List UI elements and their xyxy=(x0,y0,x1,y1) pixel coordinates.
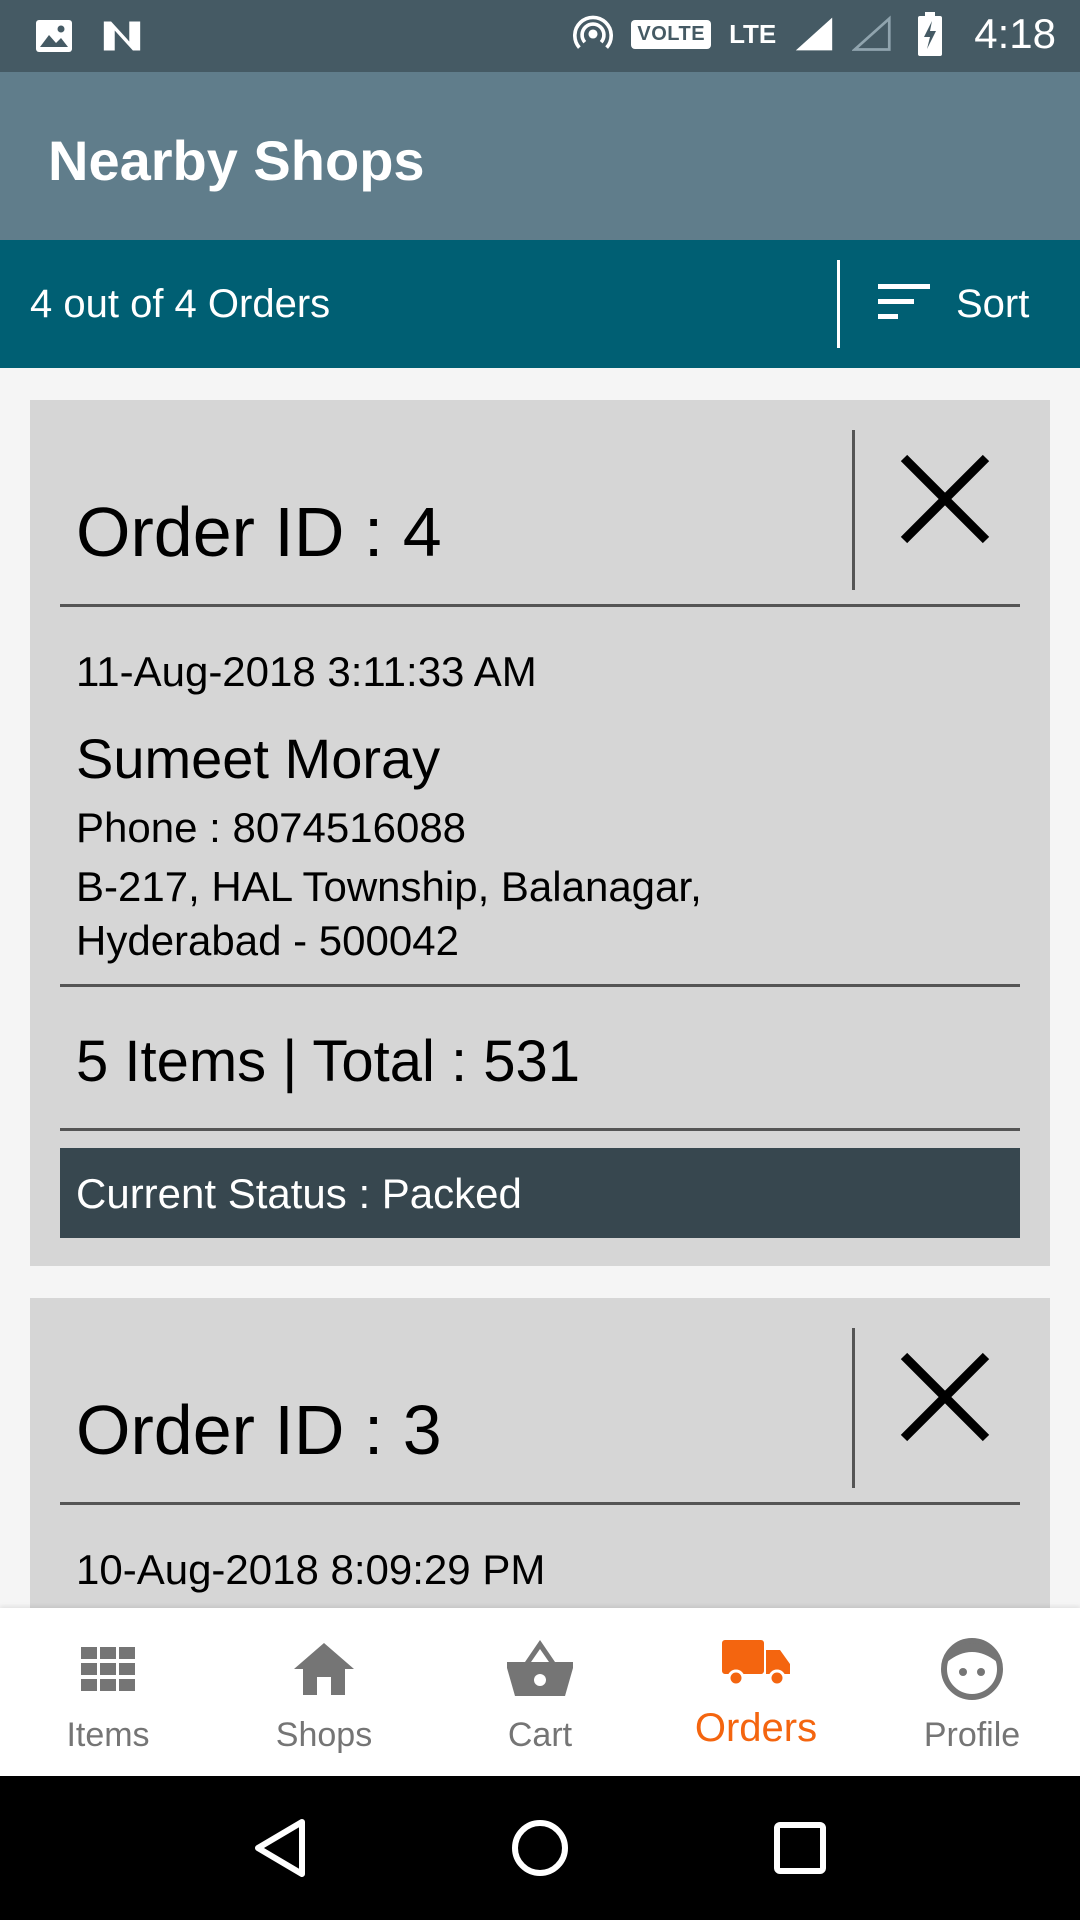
face-icon xyxy=(941,1638,1003,1700)
bottom-nav: Items Shops Cart Orders Profile xyxy=(0,1608,1080,1776)
truck-icon xyxy=(722,1632,790,1694)
card-divider xyxy=(852,1328,855,1488)
customer-name: Sumeet Moray xyxy=(76,727,441,790)
back-button[interactable] xyxy=(240,1808,320,1888)
close-icon xyxy=(900,1352,990,1442)
order-card[interactable]: Order ID : 3 10-Aug-2018 8:09:29 PM xyxy=(30,1298,1050,1608)
order-count-label: 4 out of 4 Orders xyxy=(30,282,331,326)
customer-phone: Phone : 8074516088 xyxy=(76,804,467,851)
order-id: Order ID : 3 xyxy=(76,1391,442,1469)
customer-address: B-217, HAL Township, Balanagar, Hyderaba… xyxy=(76,863,702,964)
sort-label: Sort xyxy=(956,281,1030,326)
card-separator xyxy=(60,604,1020,607)
sort-divider xyxy=(837,260,840,348)
order-summary: 5 Items | Total : 531 xyxy=(76,1029,581,1094)
n-notification-icon xyxy=(102,14,142,58)
card-divider xyxy=(852,430,855,590)
nav-label: Orders xyxy=(694,1706,818,1750)
nav-item-profile[interactable]: Profile xyxy=(864,1608,1080,1776)
close-icon xyxy=(900,454,990,544)
home-button[interactable] xyxy=(500,1808,580,1888)
app-bar: Nearby Shops xyxy=(0,72,1080,240)
system-nav-bar xyxy=(0,1776,1080,1920)
signal-empty-icon xyxy=(852,12,892,56)
cancel-order-button[interactable] xyxy=(890,1342,1000,1452)
recents-button[interactable] xyxy=(760,1808,840,1888)
nav-label: Items xyxy=(66,1716,150,1754)
page-title: Nearby Shops xyxy=(48,129,425,192)
lte-indicator: LTE xyxy=(729,19,777,49)
sort-icon xyxy=(876,282,932,327)
card-separator xyxy=(60,984,1020,987)
status-badge: Current Status : Packed xyxy=(60,1148,1020,1238)
grid-icon xyxy=(81,1638,135,1700)
card-separator xyxy=(60,1128,1020,1131)
nav-label: Profile xyxy=(923,1716,1021,1754)
back-icon xyxy=(255,1819,305,1877)
battery-charging-icon xyxy=(910,12,950,56)
order-date: 11-Aug-2018 3:11:33 AM xyxy=(76,648,537,695)
nav-item-orders[interactable]: Orders xyxy=(648,1608,864,1776)
nav-item-items[interactable]: Items xyxy=(0,1608,216,1776)
nav-item-cart[interactable]: Cart xyxy=(432,1608,648,1776)
card-separator xyxy=(60,1502,1020,1505)
orders-toolbar: 4 out of 4 Orders Sort xyxy=(0,240,1080,368)
sort-button[interactable]: Sort xyxy=(876,266,1066,342)
signal-full-icon xyxy=(794,12,834,56)
order-card[interactable]: Order ID : 4 11-Aug-2018 3:11:33 AM Sume… xyxy=(30,400,1050,1266)
nav-label: Shops xyxy=(275,1716,373,1754)
image-notification-icon xyxy=(34,14,74,58)
nav-label: Cart xyxy=(507,1716,573,1754)
nav-item-shops[interactable]: Shops xyxy=(216,1608,432,1776)
basket-icon xyxy=(507,1638,573,1700)
recents-icon xyxy=(774,1822,826,1874)
clock: 4:18 xyxy=(974,10,1056,57)
hotspot-icon xyxy=(573,12,614,56)
home-circle-icon xyxy=(512,1820,568,1876)
cancel-order-button[interactable] xyxy=(890,444,1000,554)
status-bar: VOLTE LTE 4:18 xyxy=(0,0,1080,72)
order-id: Order ID : 4 xyxy=(76,493,442,571)
order-date: 10-Aug-2018 8:09:29 PM xyxy=(76,1546,546,1593)
home-icon xyxy=(294,1638,354,1700)
volte-badge: VOLTE xyxy=(631,19,712,49)
